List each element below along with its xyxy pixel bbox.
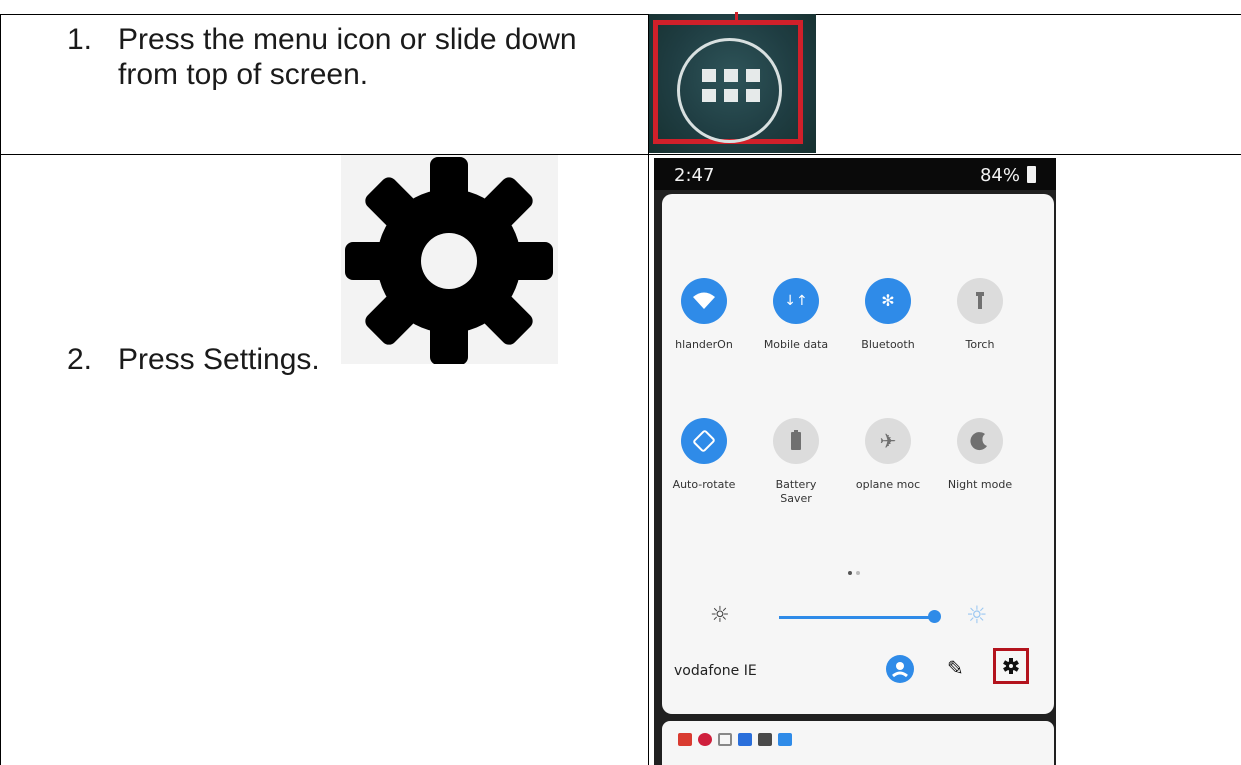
battery-icon	[1027, 166, 1036, 183]
pinterest-icon	[698, 733, 712, 746]
tile-circle: ✈	[865, 418, 911, 464]
step-1-line-1: Press the menu icon or slide down	[118, 23, 577, 56]
step-2-number: 2.	[67, 343, 93, 376]
step-1-line-2: from top of screen.	[118, 58, 369, 91]
calendar-icon	[778, 733, 792, 746]
tile-night-mode[interactable]: Night mode	[920, 418, 1040, 538]
user-account-icon[interactable]	[886, 655, 914, 683]
instruction-table: 1. Press the menu icon or slide down fro…	[0, 0, 1241, 765]
settings-gear-icon	[1003, 658, 1019, 674]
mobile-data-icon: ↓↑	[784, 293, 808, 309]
bluetooth-icon: ✻	[881, 291, 895, 310]
battery-saver-icon	[791, 430, 801, 450]
auto-brightness-icon[interactable]: ☼	[966, 601, 988, 629]
brightness-slider-thumb[interactable]	[928, 610, 941, 623]
battery-percent: 84%	[979, 165, 1020, 186]
quick-settings-screenshot: 2:47 84% hlanderOn ↓↑ Mobile data ✻ Blue	[654, 158, 1056, 765]
brightness-slider[interactable]	[779, 616, 936, 619]
wifi-icon	[693, 292, 715, 309]
drawer-dot	[724, 69, 738, 82]
tile-circle: ✻	[865, 278, 911, 324]
tile-label: Night mode	[947, 478, 1013, 491]
page-dot	[856, 571, 860, 575]
gallery-icon	[758, 733, 772, 746]
tile-circle	[957, 418, 1003, 464]
auto-rotate-icon	[693, 430, 715, 452]
airplane-icon: ✈	[879, 429, 897, 453]
brightness-low-icon: ☼	[710, 603, 730, 628]
tile-circle	[681, 278, 727, 324]
drawer-dot	[702, 69, 716, 82]
menu-icon-screenshot	[649, 12, 816, 153]
status-time: 2:47	[674, 165, 715, 186]
step-2: 2. Press Settings.	[67, 342, 347, 382]
tile-torch[interactable]: Torch	[920, 278, 1040, 398]
night-mode-icon	[970, 432, 987, 451]
gmail-icon	[678, 733, 692, 746]
drawer-dot	[746, 89, 760, 102]
user-glyph	[892, 662, 908, 678]
tile-circle	[957, 278, 1003, 324]
drawer-dot	[724, 89, 738, 102]
settings-gear-image	[341, 155, 558, 365]
app-drawer-dots-icon	[702, 69, 762, 109]
step-1-number: 1.	[67, 23, 93, 56]
drawer-dot	[702, 89, 716, 102]
table-border-left	[0, 14, 1, 765]
gear-icon	[345, 157, 553, 365]
torch-icon	[976, 292, 984, 309]
tile-label: Torch	[965, 338, 995, 351]
step-1: 1. Press the menu icon or slide down fro…	[67, 22, 637, 102]
drawer-dot	[746, 69, 760, 82]
step-1-text: Press the menu icon or slide down from t…	[118, 22, 618, 92]
tile-circle	[773, 418, 819, 464]
dropbox-icon	[738, 733, 752, 746]
tile-circle: ↓↑	[773, 278, 819, 324]
highlight-marker	[735, 12, 738, 20]
carrier-name: vodafone IE	[674, 663, 757, 679]
page-dot-active	[848, 571, 852, 575]
status-bar: 2:47 84%	[654, 158, 1056, 190]
instagram-icon	[718, 733, 732, 746]
edit-pencil-icon[interactable]: ✎	[947, 656, 964, 680]
table-row-divider	[0, 154, 1241, 155]
tile-label: Battery Saver	[775, 478, 817, 505]
tile-circle	[681, 418, 727, 464]
table-border-top	[0, 14, 1241, 15]
settings-button-highlight[interactable]	[993, 648, 1029, 684]
step-2-text: Press Settings.	[118, 343, 320, 376]
